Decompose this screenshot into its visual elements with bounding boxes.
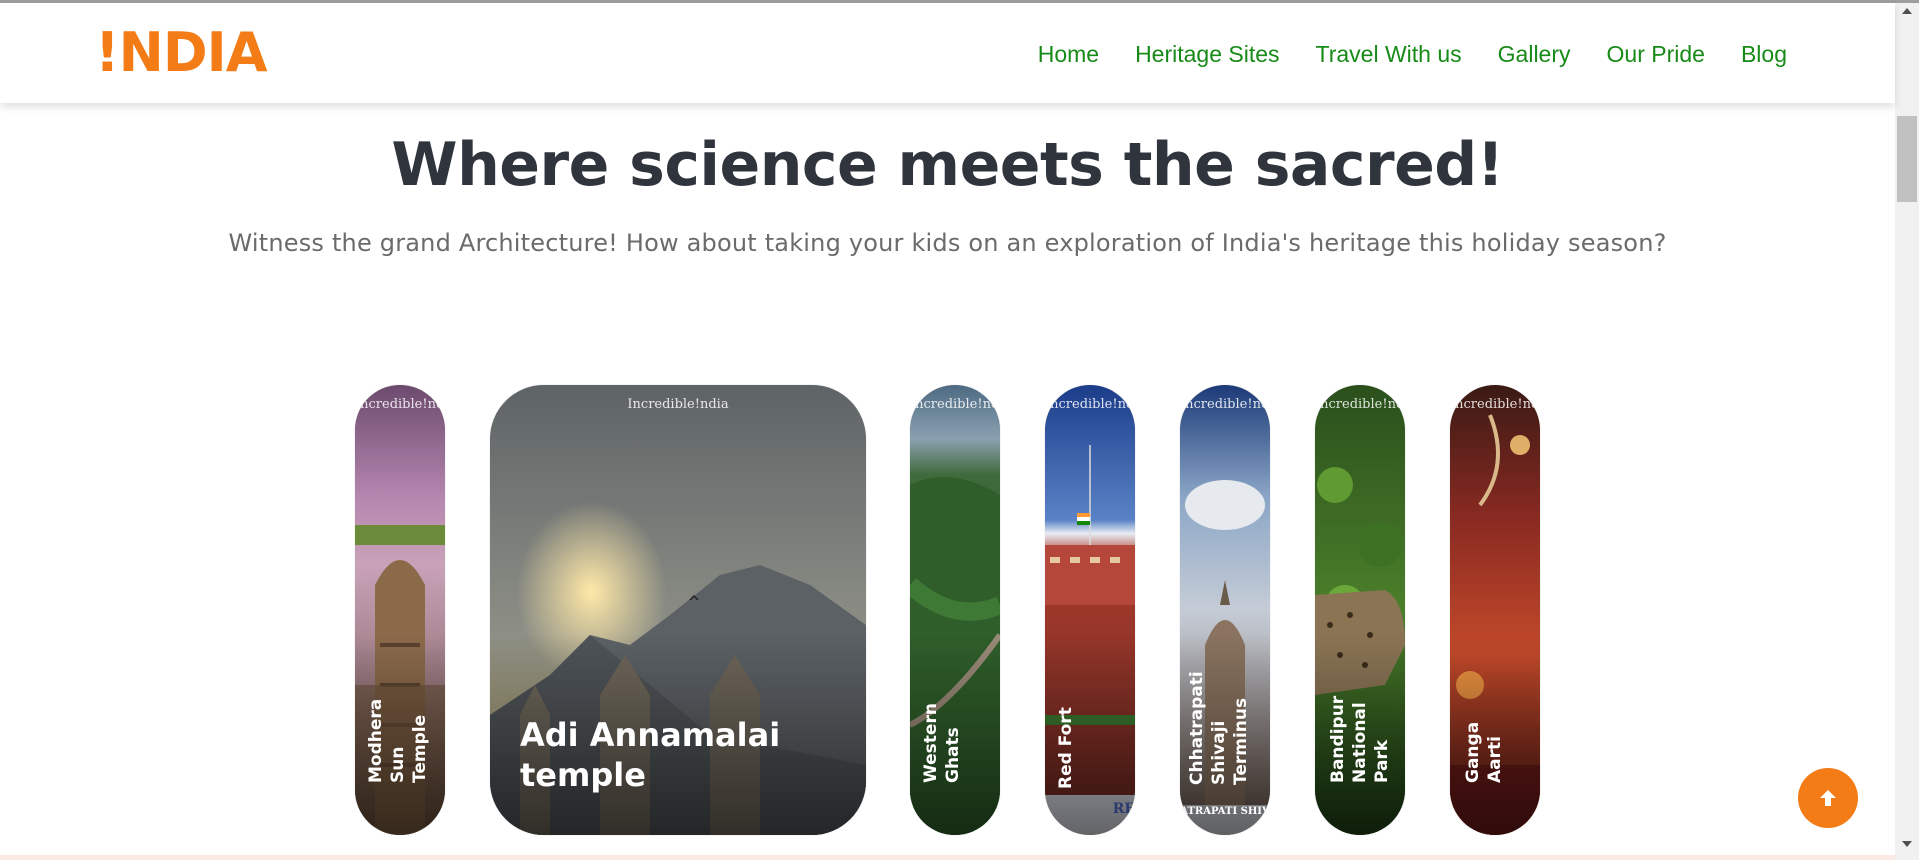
card-western-ghats[interactable]: Incredible!ndia Western Ghats: [910, 385, 1000, 835]
page-subtitle: Witness the grand Architecture! How abou…: [228, 229, 1667, 257]
card-brand-watermark: Incredible!ndia: [910, 397, 1000, 412]
card-label: Adi Annamalai temple: [520, 716, 781, 794]
card-photo-caption: ATRAPATI SHIV: [1180, 806, 1270, 817]
nav-gallery[interactable]: Gallery: [1498, 39, 1571, 69]
nav-blog[interactable]: Blog: [1741, 39, 1787, 69]
card-red-fort[interactable]: Incredible!ndia RE Red Fort: [1045, 385, 1135, 835]
nav-our-pride[interactable]: Our Pride: [1607, 39, 1705, 69]
site-logo[interactable]: !NDIA: [95, 23, 268, 83]
scroll-up-arrow-icon[interactable]: [1902, 8, 1912, 14]
card-label: Chhatrapati Shivaji Terminus: [1187, 671, 1251, 785]
card-photo-caption: RE: [1112, 801, 1135, 817]
card-ganga-aarti[interactable]: Incredible!ndia Ganga Aarti: [1450, 385, 1540, 835]
card-label: Western Ghats: [921, 703, 963, 783]
heritage-carousel: Incredible!ndia Modhera Sun Temple Incre…: [0, 385, 1895, 835]
nav-home[interactable]: Home: [1038, 39, 1099, 69]
card-label: Red Fort: [1056, 707, 1076, 789]
nav-heritage-sites[interactable]: Heritage Sites: [1135, 39, 1279, 69]
card-label: Modhera Sun Temple: [366, 698, 430, 783]
card-brand-watermark: Incredible!ndia: [1180, 397, 1270, 412]
card-chhatrapati-shivaji-terminus[interactable]: Incredible!ndia ATRAPATI SHIV Chhatrapat…: [1180, 385, 1270, 835]
card-brand-watermark: Incredible!ndia: [627, 397, 729, 412]
back-to-top-button[interactable]: [1798, 768, 1858, 828]
page-title: Where science meets the sacred!: [391, 130, 1504, 200]
card-bandipur-national-park[interactable]: Incredible!ndia Bandipur National Park: [1315, 385, 1405, 835]
card-brand-watermark: Incredible!ndia: [1315, 397, 1405, 412]
card-label: Bandipur National Park: [1328, 695, 1392, 783]
arrow-up-icon: [1820, 790, 1836, 806]
card-brand-watermark: Incredible!ndia: [1450, 397, 1540, 412]
card-brand-watermark: Incredible!ndia: [1045, 397, 1135, 412]
nav-travel-with-us[interactable]: Travel With us: [1316, 39, 1462, 69]
card-label: Ganga Aarti: [1463, 721, 1505, 783]
card-brand-watermark: Incredible!ndia: [355, 397, 445, 412]
card-adi-annamalai-temple[interactable]: Incredible!ndia Adi Annamalai temple: [490, 385, 866, 835]
card-modhera-sun-temple[interactable]: Incredible!ndia Modhera Sun Temple: [355, 385, 445, 835]
scroll-down-arrow-icon[interactable]: [1902, 841, 1912, 847]
scrollbar-thumb[interactable]: [1897, 116, 1917, 202]
main-menu: Home Heritage Sites Travel With us Galle…: [1038, 39, 1787, 69]
section-divider: [0, 855, 1895, 860]
top-navbar: !NDIA Home Heritage Sites Travel With us…: [0, 3, 1895, 103]
